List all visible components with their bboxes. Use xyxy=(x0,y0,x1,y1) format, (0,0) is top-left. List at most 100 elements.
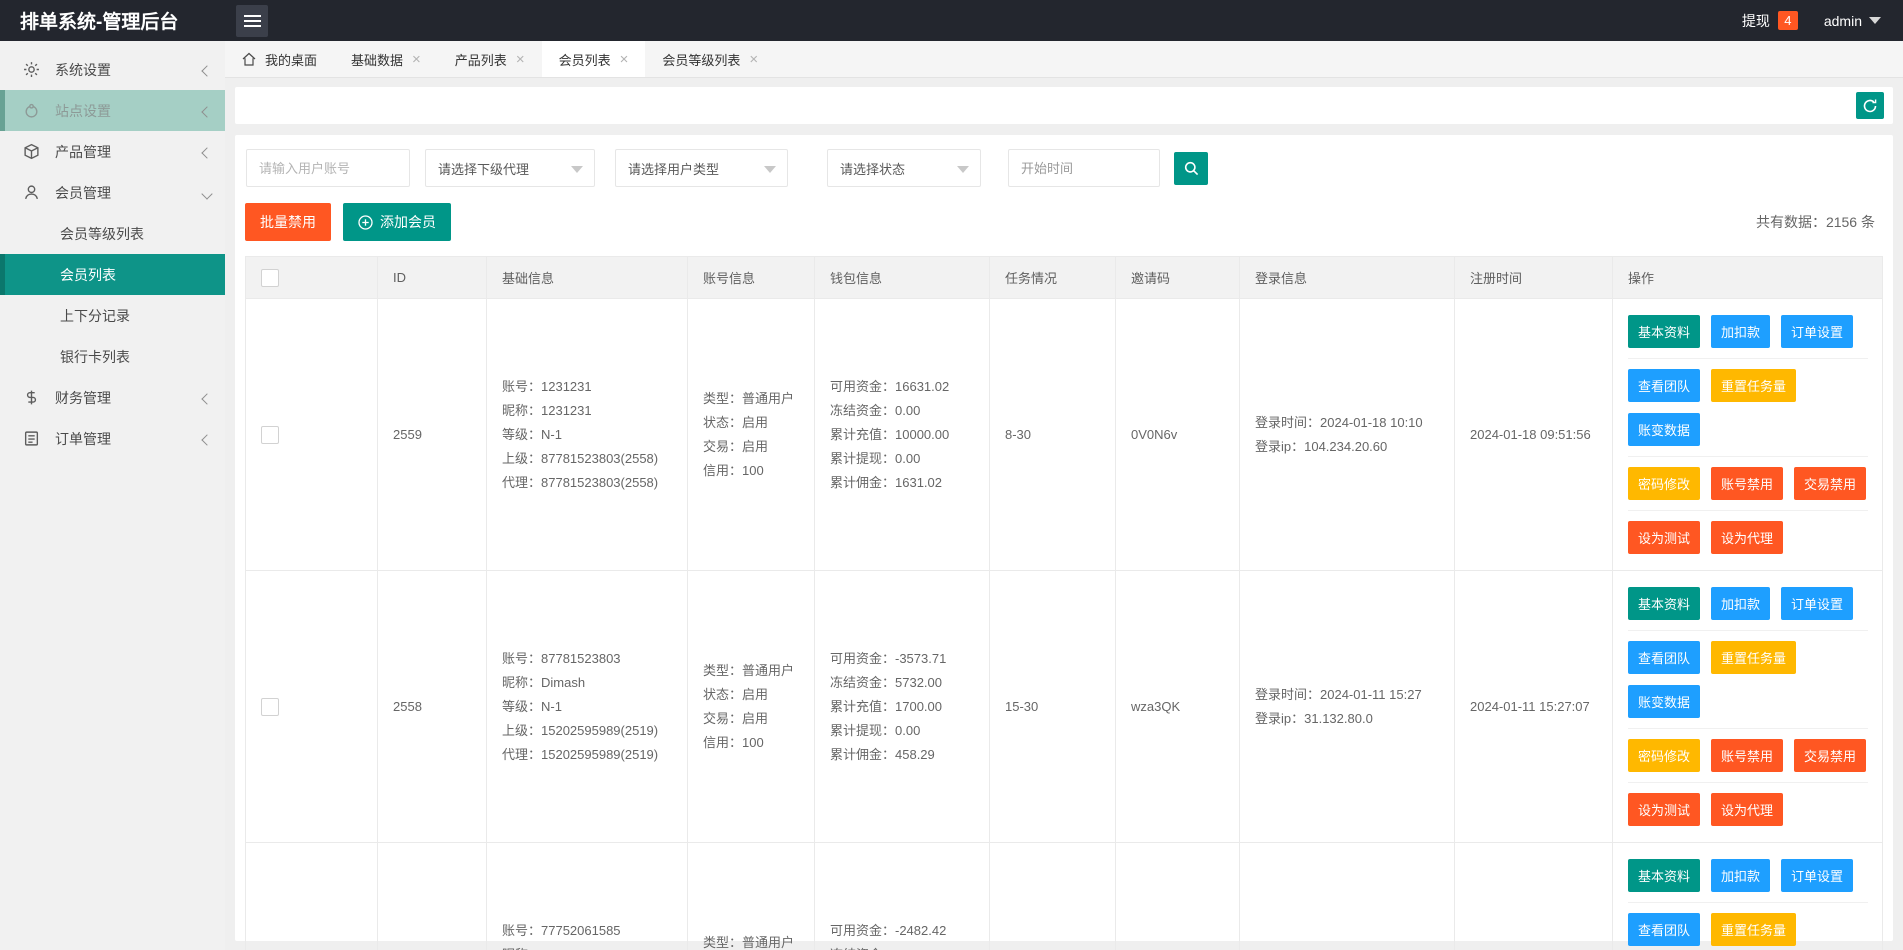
username: admin xyxy=(1823,12,1862,29)
account-changes-button[interactable]: 账变数据 xyxy=(1628,685,1701,718)
sidebar-item-label: 系统设置 xyxy=(55,61,111,78)
table-row: 2559 账号：1231231 昵称：1231231 等级：N-1 上级：877815… xyxy=(245,298,1883,571)
change-password-button[interactable]: 密码修改 xyxy=(1628,739,1701,772)
sidebar-subitem-label: 会员列表 xyxy=(60,266,116,283)
disable-account-button[interactable]: 账号禁用 xyxy=(1711,467,1784,500)
order-settings-button[interactable]: 订单设置 xyxy=(1781,315,1854,348)
reset-tasks-button[interactable]: 重置任务量 xyxy=(1711,641,1797,674)
member-list-panel: 请选择下级代理 请选择用户类型 请选择状态 批量禁用 xyxy=(235,135,1893,950)
sidebar-item-member-list[interactable]: 会员列表 xyxy=(0,254,225,295)
withdraw-menu[interactable]: 提现 4 xyxy=(1742,11,1798,31)
account-line: 类型：普通用户 xyxy=(703,390,795,406)
invite-code: u7mPK3 xyxy=(1115,842,1240,950)
view-team-button[interactable]: 查看团队 xyxy=(1628,369,1701,402)
tab-label: 我的桌面 xyxy=(265,52,318,68)
user-type-select[interactable]: 请选择用户类型 xyxy=(615,149,788,187)
agent-select[interactable]: 请选择下级代理 xyxy=(425,149,595,187)
disable-trading-button[interactable]: 交易禁用 xyxy=(1794,467,1867,500)
action-button-group: 查看团队重置任务量账变数据 xyxy=(1628,631,1868,729)
sidebar-item-system-settings[interactable]: 系统设置 xyxy=(0,49,225,90)
chevron-left-icon xyxy=(201,390,213,406)
wallet-line: 可用资金：-3573.71 xyxy=(830,650,947,666)
row-select-checkbox[interactable] xyxy=(261,697,279,716)
tab-my-desktop[interactable]: 我的桌面 xyxy=(225,41,334,77)
login-info-cell: 登录时间：2024-01-11 15:18登录ip：2.135.64.98 xyxy=(1239,842,1455,950)
login-line: 登录ip：31.132.80.0 xyxy=(1255,710,1373,726)
sidebar-item-site-settings[interactable]: 站点设置 xyxy=(0,90,225,131)
sidebar-subitem-label: 上下分记录 xyxy=(60,307,130,324)
tab-basic-data[interactable]: 基础数据 × xyxy=(334,41,438,77)
login-line: 登录ip：104.234.20.60 xyxy=(1255,438,1388,454)
col-header-id: ID xyxy=(377,256,487,299)
order-settings-button[interactable]: 订单设置 xyxy=(1781,587,1854,620)
set-agent-button[interactable]: 设为代理 xyxy=(1711,793,1784,826)
member-table-body: 2559 账号：1231231 昵称：1231231 等级：N-1 上级：877815… xyxy=(245,298,1883,950)
base-line: 代理：15202595989(2519) xyxy=(502,746,659,762)
basic-info-button[interactable]: 基本资料 xyxy=(1628,859,1701,892)
set-test-button[interactable]: 设为测试 xyxy=(1628,521,1701,554)
reset-tasks-button[interactable]: 重置任务量 xyxy=(1711,913,1797,946)
basic-info-button[interactable]: 基本资料 xyxy=(1628,587,1701,620)
close-icon[interactable]: × xyxy=(412,52,421,67)
tab-member-list[interactable]: 会员列表 × xyxy=(541,41,646,77)
sidebar-item-product-management[interactable]: 产品管理 xyxy=(0,131,225,172)
col-header-account-info: 账号信息 xyxy=(687,256,815,299)
sidebar-item-label: 产品管理 xyxy=(55,143,111,160)
account-info-cell: 类型：普通用户状态：启用交易：启用信用：100 xyxy=(687,570,815,843)
disable-trading-button[interactable]: 交易禁用 xyxy=(1794,739,1867,772)
col-header-wallet-info: 钱包信息 xyxy=(814,256,990,299)
tab-member-level-list[interactable]: 会员等级列表 × xyxy=(645,41,775,77)
wallet-line: 累计提现：0.00 xyxy=(830,450,921,466)
account-search-input[interactable] xyxy=(246,149,410,187)
account-line: 类型：普通用户 xyxy=(703,934,795,950)
base-line: 代理：87781523803(2558) xyxy=(502,474,659,490)
actions-cell: 基本资料加扣款订单设置查看团队重置任务量账变数据密码修改账号禁用交易禁用设为测试… xyxy=(1612,298,1883,571)
add-deduct-button[interactable]: 加扣款 xyxy=(1711,315,1771,348)
view-team-button[interactable]: 查看团队 xyxy=(1628,641,1701,674)
add-member-button[interactable]: 添加会员 xyxy=(343,203,451,241)
add-deduct-button[interactable]: 加扣款 xyxy=(1711,587,1771,620)
status-select[interactable]: 请选择状态 xyxy=(827,149,981,187)
search-button[interactable] xyxy=(1174,151,1208,185)
sidebar-item-bank-card-list[interactable]: 银行卡列表 xyxy=(0,336,225,377)
table-row: 2558 账号：87781523803 昵称：Dimash 等级：N-1 上级：152… xyxy=(245,570,1883,843)
tab-label: 会员等级列表 xyxy=(662,52,741,68)
sidebar-item-member-management[interactable]: 会员管理 xyxy=(0,172,225,213)
action-button-group: 查看团队重置任务量账变数据 xyxy=(1628,903,1868,950)
sidebar-item-finance-management[interactable]: 财务管理 xyxy=(0,377,225,418)
sidebar-item-order-management[interactable]: 订单管理 xyxy=(0,418,225,459)
member-id: 2557 xyxy=(377,842,487,950)
sidebar-toggle-button[interactable] xyxy=(236,4,268,37)
disable-account-button[interactable]: 账号禁用 xyxy=(1711,739,1784,772)
user-menu[interactable]: admin xyxy=(1824,13,1881,29)
tab-product-list[interactable]: 产品列表 × xyxy=(438,41,542,77)
account-line: 交易：启用 xyxy=(703,438,769,454)
product-icon xyxy=(24,143,39,160)
close-icon[interactable]: × xyxy=(749,52,758,67)
login-line: 登录时间：2024-01-18 10:10 xyxy=(1255,414,1423,430)
select-all-checkbox[interactable] xyxy=(261,268,279,287)
change-password-button[interactable]: 密码修改 xyxy=(1628,467,1701,500)
batch-disable-button[interactable]: 批量禁用 xyxy=(245,203,331,241)
sidebar-item-member-level-list[interactable]: 会员等级列表 xyxy=(0,213,225,254)
reset-tasks-button[interactable]: 重置任务量 xyxy=(1711,369,1797,402)
refresh-icon xyxy=(1863,99,1877,112)
account-line: 类型：普通用户 xyxy=(703,662,795,678)
row-select-checkbox[interactable] xyxy=(261,425,279,444)
close-icon[interactable]: × xyxy=(620,52,629,67)
add-deduct-button[interactable]: 加扣款 xyxy=(1711,859,1771,892)
account-info-cell: 类型：普通用户状态：启用交易：启用信用：100 xyxy=(687,842,815,950)
wallet-line: 累计佣金：1631.02 xyxy=(830,474,942,490)
actions-cell: 基本资料加扣款订单设置查看团队重置任务量账变数据密码修改账号禁用交易禁用设为测试… xyxy=(1612,570,1883,843)
start-date-input[interactable] xyxy=(1008,149,1160,187)
basic-info-button[interactable]: 基本资料 xyxy=(1628,315,1701,348)
set-agent-button[interactable]: 设为代理 xyxy=(1711,521,1784,554)
base-line: 账号：1231231 xyxy=(502,378,592,394)
close-icon[interactable]: × xyxy=(516,52,525,67)
set-test-button[interactable]: 设为测试 xyxy=(1628,793,1701,826)
view-team-button[interactable]: 查看团队 xyxy=(1628,913,1701,946)
sidebar-item-score-records[interactable]: 上下分记录 xyxy=(0,295,225,336)
account-changes-button[interactable]: 账变数据 xyxy=(1628,413,1701,446)
order-settings-button[interactable]: 订单设置 xyxy=(1781,859,1854,892)
refresh-button[interactable] xyxy=(1856,92,1884,119)
